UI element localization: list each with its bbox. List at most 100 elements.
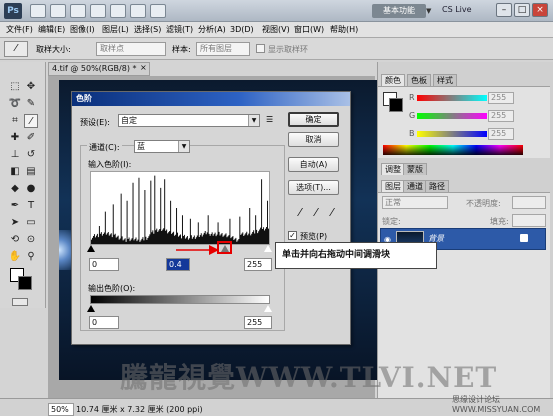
output-black-slider[interactable] (87, 305, 95, 312)
green-slider[interactable] (417, 113, 487, 119)
tab-masks[interactable]: 蒙版 (403, 163, 427, 175)
tab-paths[interactable]: 路径 (425, 180, 449, 192)
lasso-tool-icon[interactable]: ➰ (8, 97, 22, 111)
3d-camera-icon[interactable]: ⊙ (24, 233, 38, 247)
document-info: 10.74 厘米 x 7.32 厘米 (200 ppi) (76, 405, 203, 414)
lock-icon (520, 234, 528, 242)
gray-eyedropper-icon[interactable]: ⁄ (310, 206, 322, 220)
output-black-field[interactable]: 0 (89, 316, 119, 329)
dodge-tool-icon[interactable]: ● (24, 182, 38, 196)
chevron-down-icon[interactable]: ▼ (248, 115, 259, 126)
menu-help[interactable]: 帮助(H) (330, 22, 358, 38)
show-ring-checkbox[interactable] (256, 44, 265, 53)
sample-select[interactable]: 所有图层 (196, 42, 250, 56)
opacity-field[interactable] (512, 196, 546, 209)
pen-tool-icon[interactable]: ✒ (8, 199, 22, 213)
panel-background-swatch[interactable] (389, 98, 403, 112)
red-value-field[interactable]: 255 (488, 92, 514, 104)
shape-tool-icon[interactable]: ▭ (24, 216, 38, 230)
menu-layer[interactable]: 图层(L) (102, 22, 129, 38)
menu-image[interactable]: 图像(I) (70, 22, 95, 38)
menu-3d[interactable]: 3D(D) (230, 22, 254, 38)
blend-mode-select[interactable]: 正常 (382, 196, 448, 209)
preset-select[interactable]: 自定 (118, 114, 260, 127)
tab-styles[interactable]: 样式 (433, 74, 457, 86)
input-gamma-field[interactable]: 0.4 (166, 258, 190, 271)
clone-stamp-icon[interactable]: ⊥ (8, 148, 22, 162)
hand-tool-icon[interactable] (90, 4, 106, 18)
menu-filter[interactable]: 滤镜(T) (166, 22, 193, 38)
preset-label: 预设(E): (80, 118, 110, 127)
menu-file[interactable]: 文件(F) (6, 22, 33, 38)
marquee-tool-icon[interactable]: ⬚ (8, 80, 22, 94)
input-black-field[interactable]: 0 (89, 258, 119, 271)
menu-select[interactable]: 选择(S) (134, 22, 161, 38)
mini-bridge-icon[interactable] (50, 4, 66, 18)
menu-analysis[interactable]: 分析(A) (198, 22, 226, 38)
eyedropper-preset-icon[interactable]: ⁄ (4, 41, 28, 57)
menu-window[interactable]: 窗口(W) (294, 22, 324, 38)
fill-field[interactable] (512, 214, 546, 227)
brush-tool-icon[interactable]: ✐ (24, 131, 38, 145)
minimize-button[interactable]: – (496, 3, 512, 17)
eraser-tool-icon[interactable]: ◧ (8, 165, 22, 179)
screen-mode-icon[interactable] (150, 4, 166, 18)
zoom-tool-icon[interactable]: ⚲ (24, 250, 38, 264)
blue-slider[interactable] (417, 131, 487, 137)
output-white-field[interactable]: 255 (244, 316, 272, 329)
highlight-box (217, 241, 232, 254)
chevron-down-icon[interactable]: ▼ (178, 141, 189, 152)
zoom-field[interactable]: 50% (48, 403, 74, 416)
color-spectrum-shade (383, 145, 523, 155)
menu-edit[interactable]: 编辑(E) (38, 22, 65, 38)
blue-value-field[interactable]: 255 (488, 128, 514, 140)
gradient-tool-icon[interactable]: ▤ (24, 165, 38, 179)
tab-adjustments[interactable]: 调整 (381, 163, 405, 175)
crop-tool-icon[interactable]: ⌗ (8, 114, 22, 128)
zoom-tool-icon[interactable] (110, 4, 126, 18)
type-tool-icon[interactable]: T (24, 199, 38, 213)
tab-layers[interactable]: 图层 (381, 180, 405, 192)
menu-view[interactable]: 视图(V) (262, 22, 290, 38)
output-white-slider[interactable] (264, 305, 272, 312)
quick-select-tool-icon[interactable]: ✎ (24, 97, 38, 111)
tab-channels[interactable]: 通道 (403, 180, 427, 192)
channel-label: 通道(C): (87, 142, 122, 153)
options-button[interactable]: 选项(T)... (288, 180, 339, 195)
black-point-slider[interactable] (87, 245, 95, 252)
white-point-slider[interactable] (264, 245, 272, 252)
background-color-swatch[interactable] (18, 276, 32, 290)
tab-swatches[interactable]: 色板 (407, 74, 431, 86)
close-button[interactable]: × (532, 3, 548, 17)
close-tab-icon[interactable]: × (140, 63, 147, 72)
cs-live-button[interactable]: CS Live (442, 5, 472, 14)
sample-size-select[interactable]: 取样点 (96, 42, 166, 56)
input-white-field[interactable]: 255 (244, 258, 272, 271)
blur-tool-icon[interactable]: ◆ (8, 182, 22, 196)
zoom-level-icon[interactable] (70, 4, 86, 18)
bridge-icon[interactable] (30, 4, 46, 18)
healing-brush-icon[interactable]: ✚ (8, 131, 22, 145)
auto-button[interactable]: 自动(A) (288, 157, 339, 172)
black-eyedropper-icon[interactable]: ⁄ (294, 206, 306, 220)
chevron-down-icon[interactable]: ▼ (426, 4, 436, 18)
white-eyedropper-icon[interactable]: ⁄ (326, 206, 338, 220)
history-brush-icon[interactable]: ↺ (24, 148, 38, 162)
cancel-button[interactable]: 取消 (288, 132, 339, 147)
quick-mask-icon[interactable] (12, 298, 28, 306)
preview-checkbox[interactable]: ✓ (288, 231, 297, 240)
document-tab[interactable]: 4.tif @ 50%(RGB/8) * (48, 62, 150, 76)
maximize-button[interactable]: □ (514, 3, 530, 17)
path-select-icon[interactable]: ➤ (8, 216, 22, 230)
tab-color[interactable]: 颜色 (381, 74, 405, 86)
green-value-field[interactable]: 255 (488, 110, 514, 122)
hand-tool-icon[interactable]: ✋ (8, 250, 22, 264)
3d-rotate-icon[interactable]: ⟲ (8, 233, 22, 247)
move-tool-icon[interactable]: ✥ (24, 80, 38, 94)
preset-options-icon[interactable]: ☰ (266, 115, 273, 124)
arrange-documents-icon[interactable] (130, 4, 146, 18)
red-slider[interactable] (417, 95, 487, 101)
ok-button[interactable]: 确定 (288, 112, 339, 127)
workspace-button[interactable]: 基本功能 (372, 4, 426, 18)
eyedropper-tool-icon[interactable]: ⁄ (24, 114, 38, 128)
